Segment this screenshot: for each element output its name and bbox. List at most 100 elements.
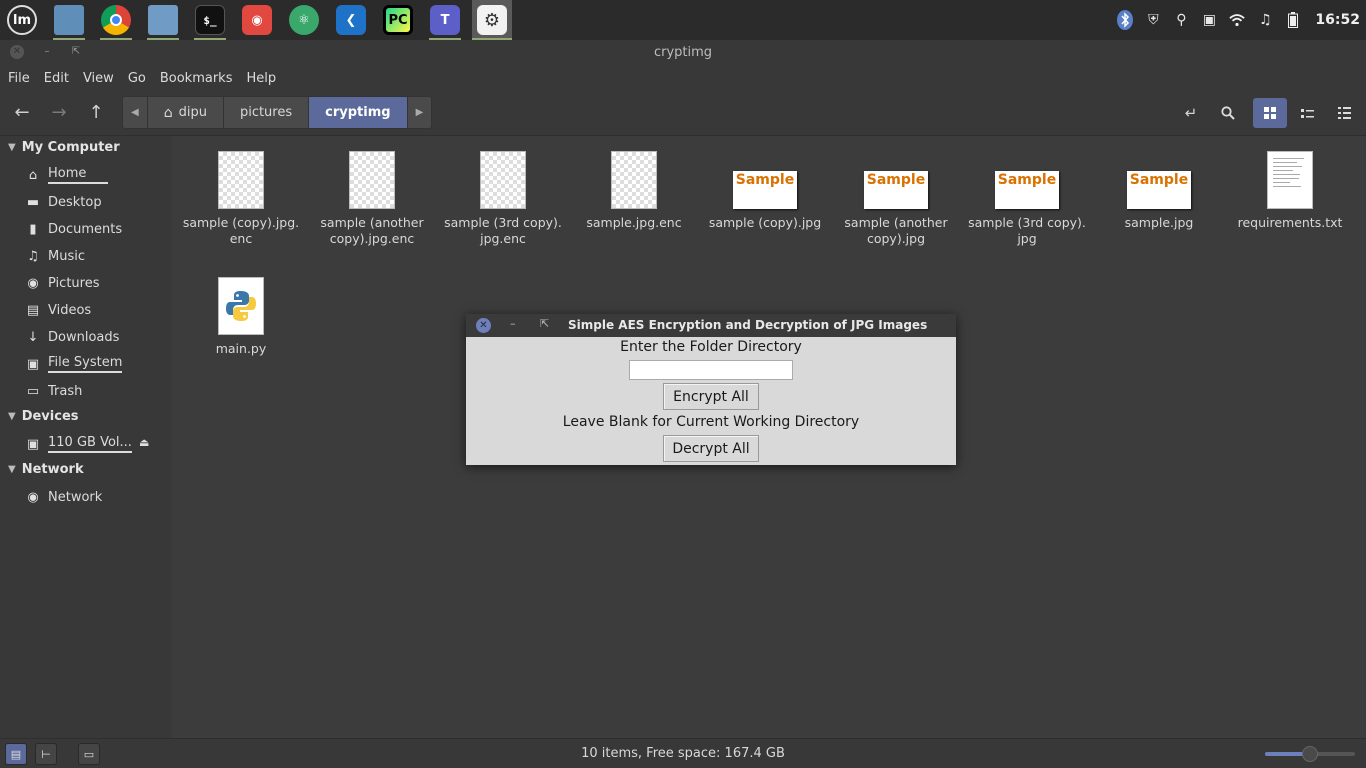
- sidebar-item-music[interactable]: ♫ Music: [26, 245, 166, 267]
- close-icon[interactable]: ✕: [476, 318, 491, 333]
- download-arrow-icon: ↓: [27, 329, 39, 345]
- menu-edit[interactable]: Edit: [44, 71, 69, 86]
- sidebar-item-filesystem[interactable]: ▣ File System: [26, 353, 166, 375]
- list-view-icon[interactable]: [1290, 98, 1324, 128]
- forward-arrow-icon[interactable]: →: [46, 100, 72, 126]
- sidebar-item-videos[interactable]: ▤ Videos: [26, 299, 166, 321]
- status-text: 10 items, Free space: 167.4 GB: [581, 746, 785, 761]
- teams-icon[interactable]: T: [425, 0, 465, 40]
- sidebar-item-downloads[interactable]: ↓ Downloads: [26, 326, 166, 348]
- collapse-triangle-icon: ▼: [8, 411, 16, 422]
- music-icon: ♫: [27, 248, 39, 264]
- breadcrumb-dipu[interactable]: ⌂ dipu: [148, 97, 224, 128]
- aes-dialog: ✕ – ⇱ Simple AES Encryption and Decrypti…: [466, 314, 956, 465]
- file-item[interactable]: sample (copy).jpg. enc: [179, 151, 303, 247]
- maximize-icon[interactable]: ⇱: [540, 317, 549, 330]
- drive-icon: ▣: [26, 356, 40, 372]
- documents-icon: ▮: [29, 221, 37, 237]
- folder-directory-label: Enter the Folder Directory: [620, 339, 802, 355]
- breadcrumb-left-arrow-icon[interactable]: ◀: [123, 97, 148, 128]
- collapse-triangle-icon: ▼: [8, 142, 16, 153]
- vscode-icon[interactable]: ❮: [331, 0, 371, 40]
- zoom-slider[interactable]: [1265, 746, 1355, 762]
- file-thumbnail: [480, 151, 526, 209]
- folder-directory-input[interactable]: [629, 360, 793, 380]
- sidebar-item-pictures[interactable]: ◉ Pictures: [26, 272, 166, 294]
- home-icon: ⌂: [28, 167, 38, 183]
- taskbar: lm $_ ◉ ⚛ ❮ PC T ⚙ ⛨ ⚲ ▣ ♫ 16:52: [0, 0, 1366, 40]
- globe-icon: ◉: [27, 489, 39, 505]
- collapse-triangle-icon: ▼: [8, 464, 16, 475]
- file-item[interactable]: Sample sample (3rd copy). jpg: [965, 151, 1089, 247]
- compact-view-icon[interactable]: [1327, 98, 1361, 128]
- dialog-titlebar: ✕ – ⇱ Simple AES Encryption and Decrypti…: [466, 314, 956, 337]
- menu-go[interactable]: Go: [128, 71, 146, 86]
- sidebar-item-trash[interactable]: ▭ Trash: [26, 380, 166, 402]
- search-icon[interactable]: [1211, 98, 1245, 128]
- file-item[interactable]: requirements.txt: [1228, 151, 1352, 231]
- menu-help[interactable]: Help: [246, 71, 276, 86]
- image-thumbnail: Sample: [995, 171, 1059, 209]
- breadcrumb-right-arrow-icon[interactable]: ▶: [408, 97, 432, 128]
- sidebar-item-home[interactable]: ⌂ Home: [26, 164, 166, 186]
- drive-icon: ▣: [26, 436, 40, 452]
- pycharm-icon[interactable]: PC: [378, 0, 418, 40]
- location-toggle-icon[interactable]: ↵: [1174, 98, 1208, 128]
- file-item[interactable]: main.py: [179, 277, 303, 357]
- film-icon: ▤: [26, 302, 40, 318]
- zoom-slider-handle[interactable]: [1302, 746, 1318, 762]
- file-thumbnail: [349, 151, 395, 209]
- icon-view-icon[interactable]: [1253, 98, 1287, 128]
- wifi-icon[interactable]: [1229, 11, 1246, 29]
- image-thumbnail: Sample: [1127, 171, 1191, 209]
- sidebar-item-network[interactable]: ◉ Network: [26, 486, 166, 508]
- sidebar-item-volume[interactable]: ▣ 110 GB Vol...: [26, 433, 136, 455]
- clock[interactable]: 16:52: [1315, 12, 1360, 28]
- file-item[interactable]: Sample sample (another copy).jpg: [834, 151, 958, 247]
- python-icon: [218, 277, 264, 335]
- terminal-icon[interactable]: $_: [190, 0, 230, 40]
- sidebar-section-network[interactable]: ▼ Network: [8, 462, 84, 477]
- battery-icon[interactable]: [1285, 11, 1301, 29]
- sidebar-section-my-computer[interactable]: ▼ My Computer: [8, 140, 120, 155]
- file-thumbnail: [218, 151, 264, 209]
- back-arrow-icon[interactable]: ←: [9, 100, 35, 126]
- settings-icon[interactable]: ⚙: [472, 0, 512, 40]
- menu-bookmarks[interactable]: Bookmarks: [160, 71, 233, 86]
- file-item[interactable]: Sample sample (copy).jpg: [703, 151, 827, 231]
- chrome-icon[interactable]: [96, 0, 136, 40]
- folder-icon[interactable]: [143, 0, 183, 40]
- file-item[interactable]: sample.jpg.enc: [572, 151, 696, 231]
- encrypt-all-button[interactable]: Encrypt All: [663, 383, 759, 410]
- gitkraken-icon[interactable]: ◉: [237, 0, 277, 40]
- mint-menu-icon[interactable]: lm: [2, 0, 42, 40]
- bluetooth-icon[interactable]: [1117, 10, 1134, 30]
- image-thumbnail: Sample: [733, 171, 797, 209]
- up-arrow-icon[interactable]: ↑: [83, 100, 109, 126]
- breadcrumb-pictures[interactable]: pictures: [224, 97, 310, 128]
- atom-icon[interactable]: ⚛: [284, 0, 324, 40]
- file-item[interactable]: sample (3rd copy). jpg.enc: [441, 151, 565, 247]
- window-titlebar: ✕ – ⇱ cryptimg: [0, 40, 1366, 66]
- sidebar: ▼ My Computer ⌂ Home ▬ Desktop ▮ Documen…: [0, 136, 171, 738]
- breadcrumb: ◀ ⌂ dipu pictures cryptimg ▶: [122, 96, 433, 129]
- sidebar-section-devices[interactable]: ▼ Devices: [8, 409, 79, 424]
- file-item[interactable]: Sample sample.jpg: [1097, 151, 1221, 231]
- trash-icon: ▭: [26, 383, 40, 399]
- eject-icon[interactable]: ⏏: [139, 436, 149, 449]
- shield-icon[interactable]: ⛨: [1145, 11, 1161, 29]
- menu-view[interactable]: View: [83, 71, 114, 86]
- dialog-title: Simple AES Encryption and Decryption of …: [568, 318, 928, 332]
- breadcrumb-cryptimg[interactable]: cryptimg: [309, 97, 408, 128]
- minimize-icon[interactable]: –: [510, 317, 516, 330]
- sidebar-item-desktop[interactable]: ▬ Desktop: [26, 191, 166, 213]
- music-icon[interactable]: ♫: [1257, 11, 1273, 29]
- lightbulb-icon[interactable]: ⚲: [1173, 11, 1189, 29]
- drive-icon[interactable]: ▣: [1201, 11, 1217, 29]
- menu-file[interactable]: File: [8, 71, 30, 86]
- menubar: File Edit View Go Bookmarks Help: [0, 66, 1366, 90]
- sidebar-item-documents[interactable]: ▮ Documents: [26, 218, 166, 240]
- file-item[interactable]: sample (another copy).jpg.enc: [310, 151, 434, 247]
- decrypt-all-button[interactable]: Decrypt All: [663, 435, 759, 462]
- files-icon[interactable]: [49, 0, 89, 40]
